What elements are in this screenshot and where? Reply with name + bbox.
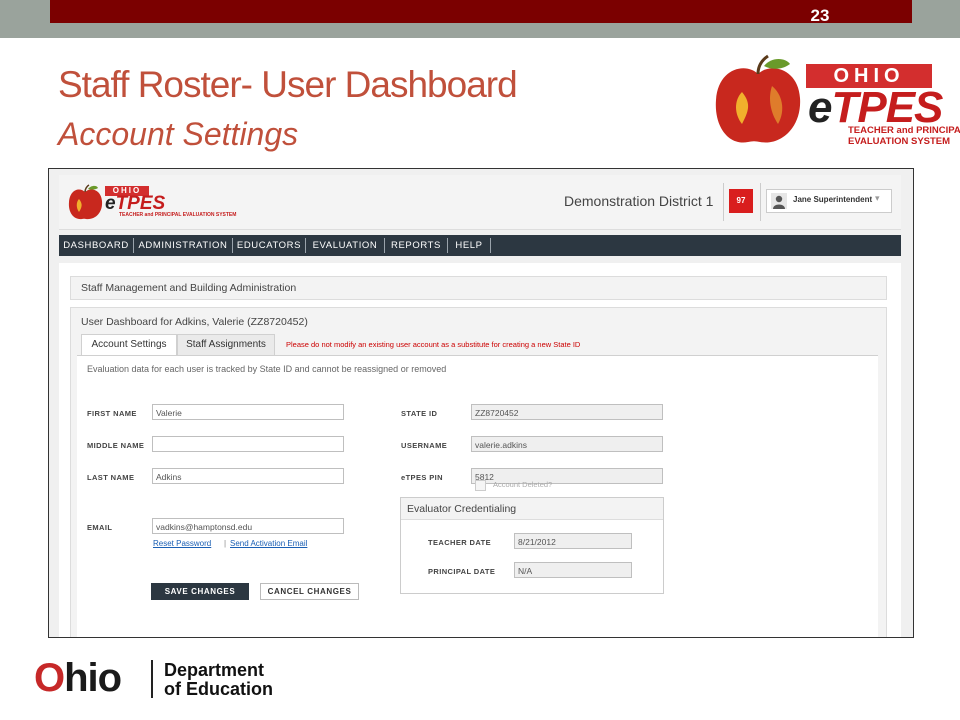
nav-educators[interactable]: EDUCATORS bbox=[233, 235, 305, 256]
staff-management-panel: Staff Management and Building Administra… bbox=[70, 276, 887, 300]
principal-date-label: PRINCIPAL DATE bbox=[428, 567, 496, 576]
app-logo-tagline: TEACHER and PRINCIPAL EVALUATION SYSTEM bbox=[119, 212, 237, 218]
account-deleted-checkbox[interactable] bbox=[475, 480, 486, 491]
teacher-date-field: 8/21/2012 bbox=[514, 533, 632, 549]
chevron-down-icon: ▾ bbox=[875, 193, 880, 203]
email-field[interactable]: vadkins@hamptonsd.edu bbox=[152, 518, 344, 534]
user-menu-dropdown[interactable]: Jane Superintendent ▾ bbox=[766, 189, 892, 213]
state-id-note: Evaluation data for each user is tracked… bbox=[87, 364, 447, 374]
last-name-label: LAST NAME bbox=[87, 473, 135, 482]
main-nav: DASHBOARD ADMINISTRATION EDUCATORS EVALU… bbox=[59, 235, 901, 256]
nav-separator bbox=[490, 238, 491, 253]
user-dashboard-title: User Dashboard for Adkins, Valerie (ZZ87… bbox=[81, 316, 308, 328]
department-label-line2: of Education bbox=[164, 679, 273, 699]
credentialing-header: Evaluator Credentialing bbox=[401, 498, 663, 520]
app-header: OHIO eTPES TEACHER and PRINCIPAL EVALUAT… bbox=[59, 175, 901, 230]
first-name-label: FIRST NAME bbox=[87, 409, 137, 418]
etpes-wordmark: eTPES bbox=[808, 83, 943, 132]
evaluator-credentialing-box: Evaluator Credentialing TEACHER DATE 8/2… bbox=[400, 497, 664, 594]
main-content: Staff Management and Building Administra… bbox=[59, 263, 901, 637]
app-apple-logo-icon bbox=[68, 184, 103, 220]
principal-date-field: N/A bbox=[514, 562, 632, 578]
user-name: Jane Superintendent bbox=[793, 195, 873, 204]
email-label: EMAIL bbox=[87, 523, 113, 532]
user-dashboard-panel: User Dashboard for Adkins, Valerie (ZZ87… bbox=[70, 307, 887, 637]
tab-account-settings[interactable]: Account Settings bbox=[81, 334, 177, 355]
teacher-date-label: TEACHER DATE bbox=[428, 538, 491, 547]
first-name-field[interactable]: Valerie bbox=[152, 404, 344, 420]
etpes-pin-label: eTPES PIN bbox=[401, 473, 443, 482]
middle-name-field[interactable] bbox=[152, 436, 344, 452]
header-divider bbox=[760, 183, 761, 221]
nav-help[interactable]: HELP bbox=[448, 235, 490, 256]
department-label-line1: Department bbox=[164, 660, 265, 680]
staff-management-title: Staff Management and Building Administra… bbox=[81, 282, 297, 294]
nav-dashboard[interactable]: DASHBOARD bbox=[59, 235, 133, 256]
username-label: USERNAME bbox=[401, 441, 448, 450]
slide-top-red-bar bbox=[50, 0, 912, 23]
slide-title: Staff Roster- User Dashboard bbox=[58, 64, 518, 105]
nav-evaluation[interactable]: EVALUATION bbox=[306, 235, 384, 256]
send-activation-email-link[interactable]: Send Activation Email bbox=[230, 539, 307, 548]
app-screenshot: OHIO eTPES TEACHER and PRINCIPAL EVALUAT… bbox=[48, 168, 914, 638]
logo-tagline-line1: TEACHER and PRINCIPAL bbox=[848, 125, 960, 136]
slide-subtitle: Account Settings bbox=[58, 116, 299, 152]
app-logo-etpes: eTPES bbox=[105, 193, 166, 214]
header-divider bbox=[723, 183, 724, 221]
apple-logo-icon bbox=[715, 54, 801, 143]
reset-password-link[interactable]: Reset Password bbox=[153, 539, 211, 548]
account-deleted-label: Account Deleted? bbox=[493, 480, 553, 489]
state-id-field: ZZ8720452 bbox=[471, 404, 663, 420]
footer-divider bbox=[151, 660, 153, 698]
username-field: valerie.adkins bbox=[471, 436, 663, 452]
notification-badge[interactable]: 97 bbox=[729, 189, 753, 213]
state-id-label: STATE ID bbox=[401, 409, 438, 418]
account-settings-form: Evaluation data for each user is tracked… bbox=[77, 355, 878, 637]
user-avatar-icon bbox=[771, 193, 787, 209]
tab-warning-text: Please do not modify an existing user ac… bbox=[286, 340, 581, 349]
logo-tagline-line2: EVALUATION SYSTEM bbox=[848, 136, 951, 147]
slide-number: 23 bbox=[810, 6, 830, 25]
district-name: Demonstration District 1 bbox=[564, 193, 714, 209]
middle-name-label: MIDDLE NAME bbox=[87, 441, 145, 450]
nav-reports[interactable]: REPORTS bbox=[385, 235, 447, 256]
link-separator: | bbox=[224, 539, 227, 548]
credentialing-title: Evaluator Credentialing bbox=[407, 503, 517, 515]
tab-staff-assignments[interactable]: Staff Assignments bbox=[177, 334, 275, 355]
ohio-logo: Ohio bbox=[34, 656, 122, 700]
save-changes-button[interactable]: SAVE CHANGES bbox=[151, 583, 249, 600]
nav-administration[interactable]: ADMINISTRATION bbox=[134, 235, 232, 256]
last-name-field[interactable]: Adkins bbox=[152, 468, 344, 484]
cancel-changes-button[interactable]: CANCEL CHANGES bbox=[260, 583, 359, 600]
